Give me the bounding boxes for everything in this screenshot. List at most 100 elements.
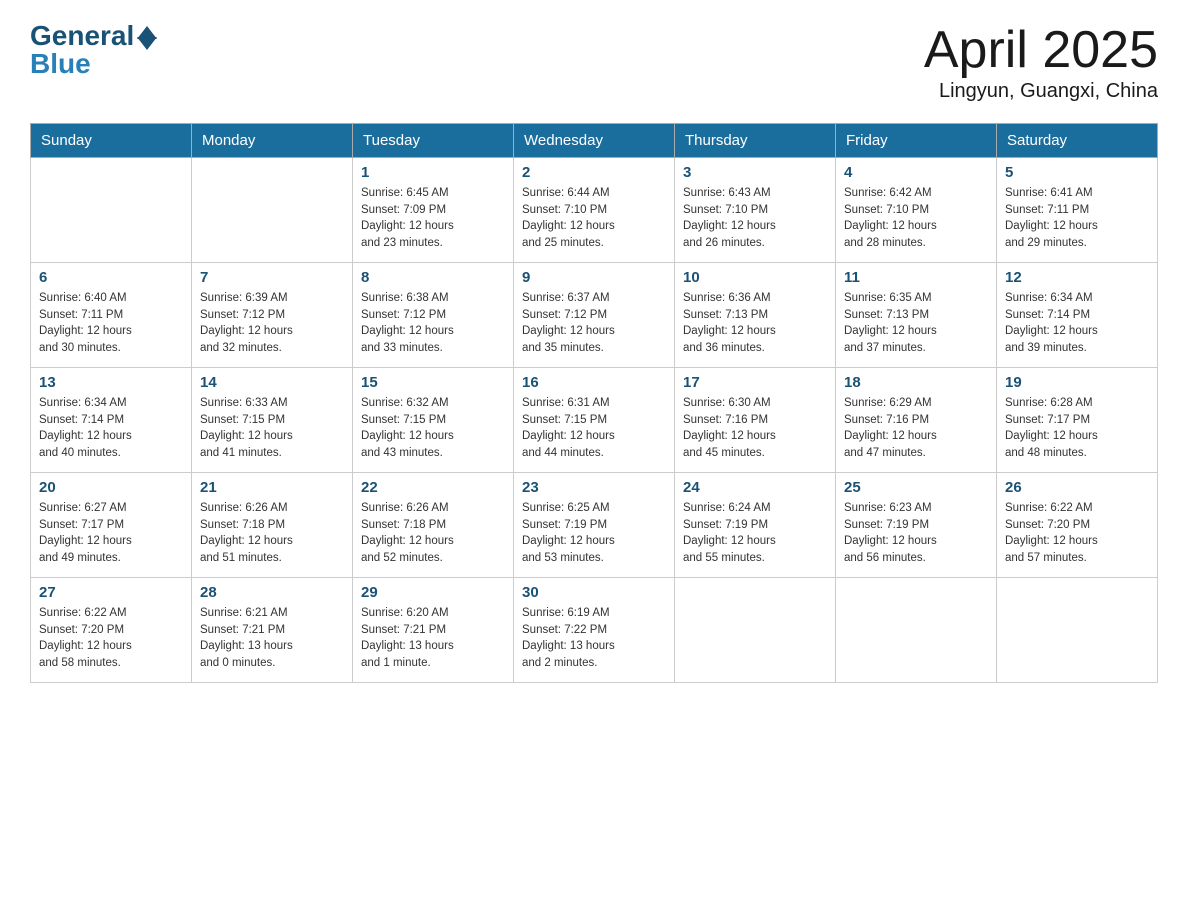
day-number: 28 xyxy=(200,584,344,601)
day-number: 30 xyxy=(522,584,666,601)
calendar-cell: 23 Sunrise: 6:25 AM Sunset: 7:19 PM Dayli… xyxy=(514,473,675,578)
page-header: General Blue April 2025 Lingyun, Guangxi… xyxy=(30,20,1158,103)
day-info: Sunrise: 6:25 AM Sunset: 7:19 PM Dayligh… xyxy=(522,500,666,567)
day-info: Sunrise: 6:23 AM Sunset: 7:19 PM Dayligh… xyxy=(844,500,988,567)
day-number: 3 xyxy=(683,164,827,181)
calendar-cell xyxy=(997,578,1158,683)
calendar-cell xyxy=(675,578,836,683)
day-number: 13 xyxy=(39,374,183,391)
calendar-cell: 1Sunrise: 6:45 AM Sunset: 7:09 PM Daylig… xyxy=(353,158,514,263)
calendar-cell: 11Sunrise: 6:35 AM Sunset: 7:13 PM Dayli… xyxy=(836,263,997,368)
calendar-cell: 14 Sunrise: 6:33 AM Sunset: 7:15 PM Dayli… xyxy=(192,368,353,473)
calendar-cell: 10 Sunrise: 6:36 AM Sunset: 7:13 PM Dayli… xyxy=(675,263,836,368)
day-number: 22 xyxy=(361,479,505,496)
day-number: 6 xyxy=(39,269,183,286)
day-info: Sunrise: 6:22 AM Sunset: 7:20 PM Dayligh… xyxy=(1005,500,1149,567)
day-number: 4 xyxy=(844,164,988,181)
day-of-week-header: Saturday xyxy=(997,124,1158,158)
calendar-cell: 9 Sunrise: 6:37 AM Sunset: 7:12 PM Daylig… xyxy=(514,263,675,368)
calendar-cell: 27Sunrise: 6:22 AM Sunset: 7:20 PM Dayli… xyxy=(31,578,192,683)
day-info: Sunrise: 6:41 AM Sunset: 7:11 PM Dayligh… xyxy=(1005,185,1149,252)
day-number: 23 xyxy=(522,479,666,496)
calendar-week-row: 6 Sunrise: 6:40 AM Sunset: 7:11 PM Daylig… xyxy=(31,263,1158,368)
calendar-cell: 13 Sunrise: 6:34 AM Sunset: 7:14 PM Dayli… xyxy=(31,368,192,473)
calendar-cell: 18 Sunrise: 6:29 AM Sunset: 7:16 PM Dayli… xyxy=(836,368,997,473)
day-of-week-header: Tuesday xyxy=(353,124,514,158)
calendar-week-row: 13 Sunrise: 6:34 AM Sunset: 7:14 PM Dayli… xyxy=(31,368,1158,473)
day-info: Sunrise: 6:34 AM Sunset: 7:14 PM Dayligh… xyxy=(39,395,183,462)
day-number: 25 xyxy=(844,479,988,496)
day-number: 8 xyxy=(361,269,505,286)
logo: General Blue xyxy=(30,20,157,80)
calendar-cell xyxy=(192,158,353,263)
calendar-week-row: 20 Sunrise: 6:27 AM Sunset: 7:17 PM Dayli… xyxy=(31,473,1158,578)
day-number: 19 xyxy=(1005,374,1149,391)
day-of-week-header: Thursday xyxy=(675,124,836,158)
day-info: Sunrise: 6:43 AM Sunset: 7:10 PM Dayligh… xyxy=(683,185,827,252)
calendar-header-row: SundayMondayTuesdayWednesdayThursdayFrid… xyxy=(31,124,1158,158)
calendar-cell xyxy=(31,158,192,263)
calendar-cell: 24 Sunrise: 6:24 AM Sunset: 7:19 PM Dayli… xyxy=(675,473,836,578)
calendar-cell: 21 Sunrise: 6:26 AM Sunset: 7:18 PM Dayli… xyxy=(192,473,353,578)
calendar-cell: 7 Sunrise: 6:39 AM Sunset: 7:12 PM Daylig… xyxy=(192,263,353,368)
day-info: Sunrise: 6:24 AM Sunset: 7:19 PM Dayligh… xyxy=(683,500,827,567)
day-info: Sunrise: 6:39 AM Sunset: 7:12 PM Dayligh… xyxy=(200,290,344,357)
calendar-cell: 25 Sunrise: 6:23 AM Sunset: 7:19 PM Dayli… xyxy=(836,473,997,578)
calendar-cell: 4 Sunrise: 6:42 AM Sunset: 7:10 PM Daylig… xyxy=(836,158,997,263)
day-info: Sunrise: 6:20 AM Sunset: 7:21 PM Dayligh… xyxy=(361,605,505,672)
day-of-week-header: Sunday xyxy=(31,124,192,158)
day-number: 26 xyxy=(1005,479,1149,496)
day-number: 5 xyxy=(1005,164,1149,181)
calendar-cell: 8 Sunrise: 6:38 AM Sunset: 7:12 PM Daylig… xyxy=(353,263,514,368)
day-info: Sunrise: 6:27 AM Sunset: 7:17 PM Dayligh… xyxy=(39,500,183,567)
day-number: 16 xyxy=(522,374,666,391)
day-info: Sunrise: 6:38 AM Sunset: 7:12 PM Dayligh… xyxy=(361,290,505,357)
calendar-cell: 20 Sunrise: 6:27 AM Sunset: 7:17 PM Dayli… xyxy=(31,473,192,578)
day-info: Sunrise: 6:26 AM Sunset: 7:18 PM Dayligh… xyxy=(200,500,344,567)
day-info: Sunrise: 6:19 AM Sunset: 7:22 PM Dayligh… xyxy=(522,605,666,672)
day-number: 27 xyxy=(39,584,183,601)
day-info: Sunrise: 6:34 AM Sunset: 7:14 PM Dayligh… xyxy=(1005,290,1149,357)
day-of-week-header: Monday xyxy=(192,124,353,158)
day-number: 12 xyxy=(1005,269,1149,286)
page-title: April 2025 xyxy=(924,20,1158,80)
day-number: 14 xyxy=(200,374,344,391)
day-info: Sunrise: 6:37 AM Sunset: 7:12 PM Dayligh… xyxy=(522,290,666,357)
day-info: Sunrise: 6:31 AM Sunset: 7:15 PM Dayligh… xyxy=(522,395,666,462)
day-info: Sunrise: 6:44 AM Sunset: 7:10 PM Dayligh… xyxy=(522,185,666,252)
calendar-cell: 15Sunrise: 6:32 AM Sunset: 7:15 PM Dayli… xyxy=(353,368,514,473)
day-info: Sunrise: 6:29 AM Sunset: 7:16 PM Dayligh… xyxy=(844,395,988,462)
day-info: Sunrise: 6:26 AM Sunset: 7:18 PM Dayligh… xyxy=(361,500,505,567)
day-number: 9 xyxy=(522,269,666,286)
day-of-week-header: Friday xyxy=(836,124,997,158)
day-info: Sunrise: 6:33 AM Sunset: 7:15 PM Dayligh… xyxy=(200,395,344,462)
day-info: Sunrise: 6:36 AM Sunset: 7:13 PM Dayligh… xyxy=(683,290,827,357)
calendar-cell: 6 Sunrise: 6:40 AM Sunset: 7:11 PM Daylig… xyxy=(31,263,192,368)
day-number: 7 xyxy=(200,269,344,286)
calendar-cell: 28 Sunrise: 6:21 AM Sunset: 7:21 PM Dayli… xyxy=(192,578,353,683)
day-info: Sunrise: 6:45 AM Sunset: 7:09 PM Dayligh… xyxy=(361,185,505,252)
page-subtitle: Lingyun, Guangxi, China xyxy=(924,80,1158,103)
day-info: Sunrise: 6:28 AM Sunset: 7:17 PM Dayligh… xyxy=(1005,395,1149,462)
day-number: 18 xyxy=(844,374,988,391)
calendar-cell: 30 Sunrise: 6:19 AM Sunset: 7:22 PM Dayli… xyxy=(514,578,675,683)
day-number: 10 xyxy=(683,269,827,286)
day-info: Sunrise: 6:21 AM Sunset: 7:21 PM Dayligh… xyxy=(200,605,344,672)
calendar-cell: 16 Sunrise: 6:31 AM Sunset: 7:15 PM Dayli… xyxy=(514,368,675,473)
calendar-cell: 26 Sunrise: 6:22 AM Sunset: 7:20 PM Dayli… xyxy=(997,473,1158,578)
day-number: 24 xyxy=(683,479,827,496)
calendar-week-row: 27Sunrise: 6:22 AM Sunset: 7:20 PM Dayli… xyxy=(31,578,1158,683)
calendar-cell: 22 Sunrise: 6:26 AM Sunset: 7:18 PM Dayli… xyxy=(353,473,514,578)
day-info: Sunrise: 6:30 AM Sunset: 7:16 PM Dayligh… xyxy=(683,395,827,462)
logo-blue-text: Blue xyxy=(30,48,91,80)
day-number: 2 xyxy=(522,164,666,181)
day-info: Sunrise: 6:40 AM Sunset: 7:11 PM Dayligh… xyxy=(39,290,183,357)
calendar-cell: 29Sunrise: 6:20 AM Sunset: 7:21 PM Dayli… xyxy=(353,578,514,683)
day-of-week-header: Wednesday xyxy=(514,124,675,158)
day-number: 20 xyxy=(39,479,183,496)
day-info: Sunrise: 6:42 AM Sunset: 7:10 PM Dayligh… xyxy=(844,185,988,252)
calendar-cell: 2 Sunrise: 6:44 AM Sunset: 7:10 PM Daylig… xyxy=(514,158,675,263)
day-number: 21 xyxy=(200,479,344,496)
day-info: Sunrise: 6:35 AM Sunset: 7:13 PM Dayligh… xyxy=(844,290,988,357)
day-number: 17 xyxy=(683,374,827,391)
